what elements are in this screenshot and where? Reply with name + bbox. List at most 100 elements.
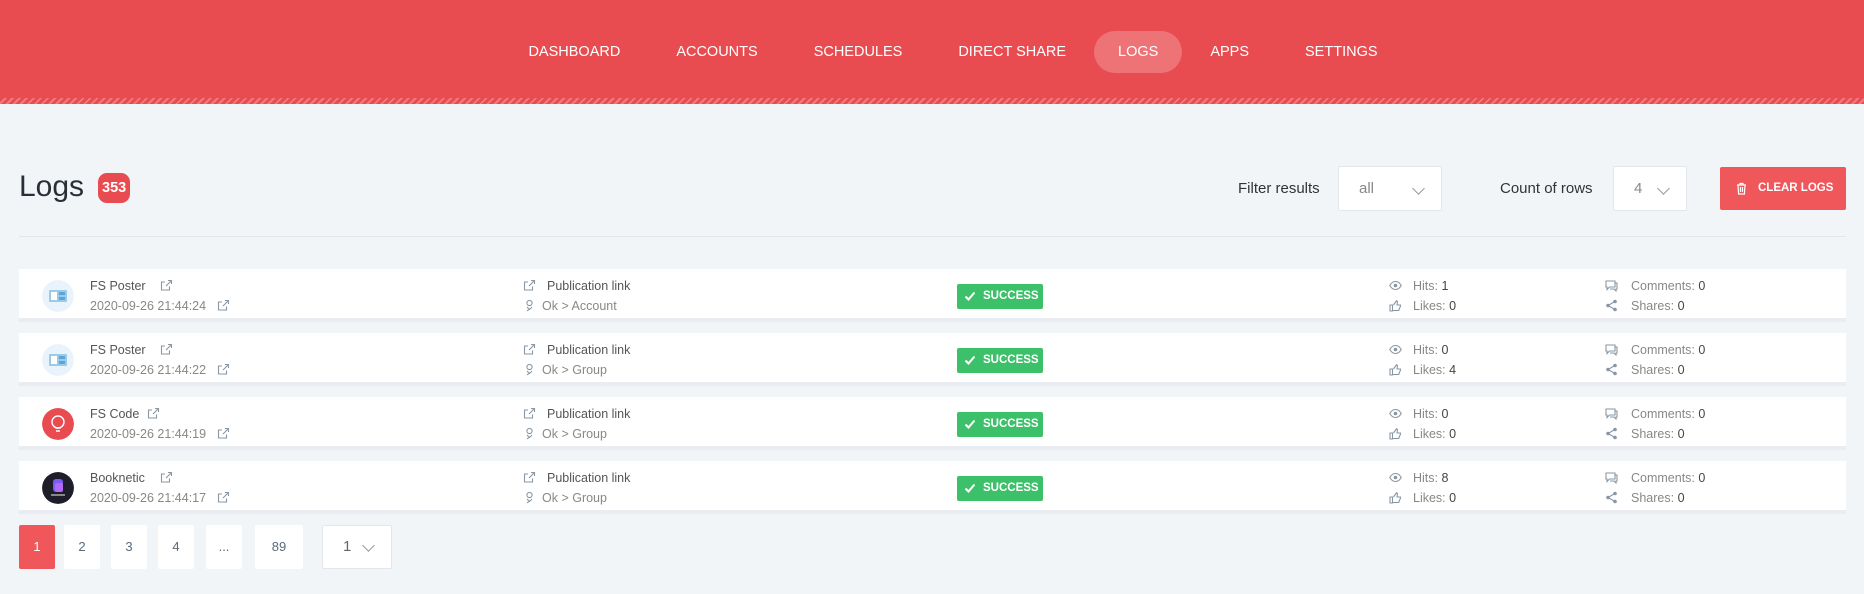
page-title: Logs [19, 170, 85, 203]
hits-label: Hits: [1413, 343, 1438, 357]
filter-results-label: Filter results [1238, 180, 1320, 197]
page-button-3[interactable]: 3 [111, 525, 147, 569]
comments-value: 0 [1698, 343, 1706, 357]
account-name[interactable]: FS Poster [90, 279, 146, 293]
account-link-icon[interactable] [160, 279, 173, 292]
user-icon [523, 427, 536, 440]
chevron-down-icon [1412, 182, 1425, 195]
nav-logs[interactable]: LOGS [1094, 31, 1183, 73]
likes-value: 0 [1449, 427, 1457, 441]
page-jump-select[interactable]: 1 [322, 525, 392, 569]
page-button-ellipsis[interactable]: ... [206, 525, 242, 569]
nav-apps[interactable]: APPS [1182, 31, 1277, 73]
eye-icon [1389, 343, 1402, 356]
publication-link-icon [523, 343, 536, 356]
log-date: 2020-09-26 21:44:17 [90, 491, 207, 505]
post-link-icon[interactable] [217, 427, 230, 440]
shares-value: 0 [1677, 299, 1685, 313]
likes-label: Likes: [1413, 299, 1446, 313]
hits-label: Hits: [1413, 471, 1438, 485]
comment-icon [1605, 343, 1618, 357]
hits-stat: Hits: 8 [1413, 471, 1448, 485]
target-type: Ok > Group [542, 491, 607, 505]
comments-label: Comments: [1631, 471, 1695, 485]
comments-value: 0 [1698, 279, 1706, 293]
page-button-2[interactable]: 2 [64, 525, 100, 569]
hits-value: 1 [1441, 279, 1449, 293]
post-link-icon[interactable] [217, 491, 230, 504]
publication-link-icon [523, 407, 536, 420]
publication-link[interactable]: Publication link [547, 471, 630, 485]
count-of-rows-select[interactable]: 4 [1613, 166, 1687, 211]
likes-stat: Likes: 0 [1413, 491, 1456, 505]
logs-count-badge: 353 [98, 173, 131, 203]
header-stripe [0, 98, 1864, 104]
comments-stat: Comments: 0 [1631, 407, 1705, 421]
nav-direct-share[interactable]: DIRECT SHARE [930, 31, 1094, 73]
status-label: SUCCESS [983, 290, 1039, 302]
publication-link[interactable]: Publication link [547, 279, 630, 293]
main-nav: DASHBOARD ACCOUNTS SCHEDULES DIRECT SHAR… [0, 31, 1864, 73]
log-date: 2020-09-26 21:44:19 [90, 427, 207, 441]
status-badge: SUCCESS [957, 284, 1043, 309]
eye-icon [1389, 471, 1402, 484]
shares-stat: Shares: 0 [1631, 363, 1685, 377]
filter-results-value: all [1359, 180, 1375, 197]
shares-value: 0 [1677, 427, 1685, 441]
nav-accounts[interactable]: ACCOUNTS [648, 31, 785, 73]
comment-icon [1605, 407, 1618, 421]
filter-results-select[interactable]: all [1338, 166, 1442, 211]
hits-stat: Hits: 0 [1413, 407, 1448, 421]
page-button-89[interactable]: 89 [255, 525, 303, 569]
account-link-icon[interactable] [160, 471, 173, 484]
nav-schedules[interactable]: SCHEDULES [786, 31, 931, 73]
clear-logs-button[interactable]: CLEAR LOGS [1720, 167, 1846, 210]
target-type: Ok > Group [542, 427, 607, 441]
log-date: 2020-09-26 21:44:22 [90, 363, 207, 377]
likes-stat: Likes: 0 [1413, 427, 1456, 441]
likes-label: Likes: [1413, 363, 1446, 377]
hits-value: 0 [1441, 343, 1449, 357]
publication-link[interactable]: Publication link [547, 343, 630, 357]
status-label: SUCCESS [983, 354, 1039, 366]
thumbs-up-icon [1389, 299, 1402, 312]
clear-logs-label: CLEAR LOGS [1758, 182, 1834, 194]
post-link-icon[interactable] [217, 363, 230, 376]
nav-settings[interactable]: SETTINGS [1277, 31, 1406, 73]
status-badge: SUCCESS [957, 412, 1043, 437]
nav-dashboard[interactable]: DASHBOARD [500, 31, 648, 73]
page-button-1[interactable]: 1 [19, 525, 55, 569]
likes-stat: Likes: 4 [1413, 363, 1456, 377]
account-name[interactable]: Booknetic [90, 471, 145, 485]
log-row: FS Poster 2020-09-26 21:44:22 Publication … [19, 333, 1846, 386]
thumbs-up-icon [1389, 363, 1402, 376]
likes-value: 0 [1449, 491, 1457, 505]
likes-label: Likes: [1413, 427, 1446, 441]
comments-stat: Comments: 0 [1631, 471, 1705, 485]
hits-stat: Hits: 0 [1413, 343, 1448, 357]
comments-label: Comments: [1631, 407, 1695, 421]
comments-label: Comments: [1631, 279, 1695, 293]
account-name[interactable]: FS Code [90, 407, 139, 421]
count-of-rows-label: Count of rows [1500, 180, 1593, 197]
shares-value: 0 [1677, 363, 1685, 377]
comments-stat: Comments: 0 [1631, 343, 1705, 357]
account-name[interactable]: FS Poster [90, 343, 146, 357]
account-link-icon[interactable] [147, 407, 160, 420]
account-link-icon[interactable] [160, 343, 173, 356]
user-icon [523, 299, 536, 312]
comment-icon [1605, 279, 1618, 293]
fs-poster-avatar [42, 344, 74, 376]
publication-link-icon [523, 471, 536, 484]
comments-label: Comments: [1631, 343, 1695, 357]
likes-value: 0 [1449, 299, 1457, 313]
hits-value: 0 [1441, 407, 1449, 421]
comments-value: 0 [1698, 407, 1706, 421]
publication-link[interactable]: Publication link [547, 407, 630, 421]
user-icon [523, 363, 536, 376]
eye-icon [1389, 279, 1402, 292]
header-divider [19, 236, 1846, 237]
hits-value: 8 [1441, 471, 1449, 485]
page-button-4[interactable]: 4 [158, 525, 194, 569]
post-link-icon[interactable] [217, 299, 230, 312]
